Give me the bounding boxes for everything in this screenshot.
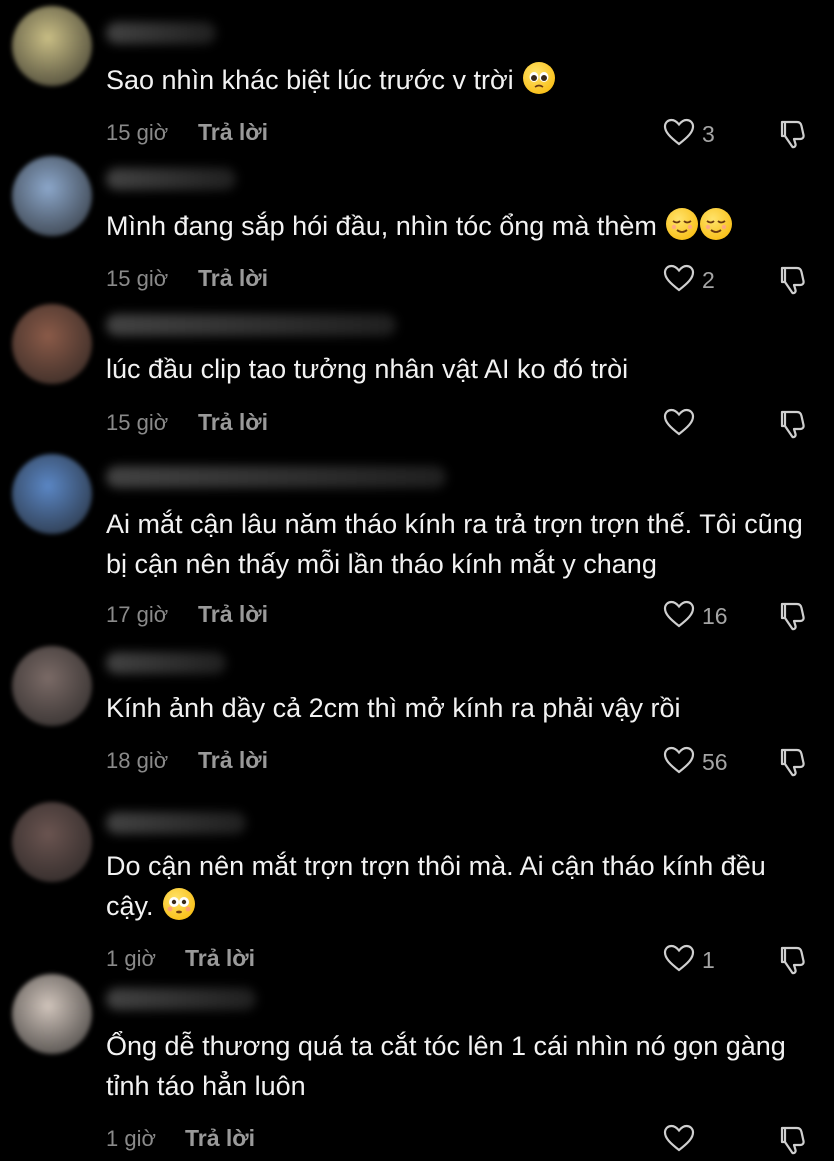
like-button[interactable] <box>662 1122 702 1158</box>
thumbs-down-icon <box>776 1126 810 1160</box>
thumbs-down-icon <box>776 266 810 300</box>
avatar[interactable] <box>12 974 92 1054</box>
comment-text: Ai mắt cận lâu năm tháo kính ra trả trợn… <box>106 509 811 579</box>
comment-meta: 1 giờ Trả lời 1 <box>0 942 834 978</box>
heart-icon <box>662 599 696 634</box>
like-button[interactable]: 16 <box>662 598 728 634</box>
dislike-button[interactable] <box>776 406 812 442</box>
comment-meta: 1 giờ Trả lời <box>0 1122 834 1158</box>
comment-text: lúc đầu clip tao tưởng nhân vật AI ko đó… <box>106 354 629 384</box>
avatar[interactable] <box>12 6 92 86</box>
comment-time: 15 giờ <box>106 410 169 435</box>
comment-text: Ổng dễ thương quá ta cắt tóc lên 1 cái n… <box>106 1031 794 1101</box>
reply-button[interactable]: Trả lời <box>198 747 268 774</box>
reply-button[interactable]: Trả lời <box>198 601 268 628</box>
pleading-face-icon <box>523 62 556 94</box>
relieved-face-icon <box>666 208 699 240</box>
avatar[interactable] <box>12 802 92 882</box>
comment-meta: 15 giờ Trả lời 3 <box>0 116 834 152</box>
like-button[interactable]: 56 <box>662 744 728 780</box>
username[interactable] <box>106 652 226 674</box>
like-button[interactable]: 3 <box>662 116 715 152</box>
comment-text: Sao nhìn khác biệt lúc trước v trời <box>106 60 818 100</box>
like-count: 1 <box>702 946 715 973</box>
comment-time: 1 giờ <box>106 946 156 971</box>
thumbs-down-icon <box>776 602 810 636</box>
thumbs-down-icon <box>776 748 810 782</box>
comment-time: 18 giờ <box>106 748 169 773</box>
comment-meta: 15 giờ Trả lời 2 <box>0 262 834 298</box>
comment-time: 17 giờ <box>106 602 169 627</box>
comment-time: 15 giờ <box>106 266 169 291</box>
dislike-button[interactable] <box>776 942 812 978</box>
dislike-button[interactable] <box>776 1122 812 1158</box>
thumbs-down-icon <box>776 410 810 444</box>
username[interactable] <box>106 988 256 1010</box>
reply-button[interactable]: Trả lời <box>185 945 255 972</box>
username[interactable] <box>106 466 446 488</box>
flushed-face-icon <box>163 888 196 920</box>
avatar[interactable] <box>12 646 92 726</box>
heart-icon <box>662 263 696 298</box>
avatar[interactable] <box>12 304 92 384</box>
heart-icon <box>662 117 696 152</box>
thumbs-down-icon <box>776 120 810 154</box>
avatar[interactable] <box>12 156 92 236</box>
heart-icon <box>662 943 696 978</box>
comment-time: 1 giờ <box>106 1126 156 1151</box>
comment-meta: 17 giờ Trả lời 16 <box>0 598 834 634</box>
thumbs-down-icon <box>776 946 810 980</box>
reply-button[interactable]: Trả lời <box>198 119 268 146</box>
comment-meta: 18 giờ Trả lời 56 <box>0 744 834 780</box>
dislike-button[interactable] <box>776 744 812 780</box>
username[interactable] <box>106 22 216 44</box>
reply-button[interactable]: Trả lời <box>198 265 268 292</box>
heart-icon <box>662 745 696 780</box>
relieved-face-icon <box>700 208 733 240</box>
avatar[interactable] <box>12 454 92 534</box>
comment-time: 15 giờ <box>106 120 169 145</box>
heart-icon <box>662 407 696 442</box>
like-button[interactable]: 2 <box>662 262 715 298</box>
like-count: 2 <box>702 266 715 293</box>
like-button[interactable] <box>662 406 702 442</box>
like-count: 3 <box>702 120 715 147</box>
reply-button[interactable]: Trả lời <box>198 409 268 436</box>
username[interactable] <box>106 812 246 834</box>
comment-text: Mình đang sắp hói đầu, nhìn tóc ổng mà t… <box>106 206 818 246</box>
comment-text: Kính ảnh dầy cả 2cm thì mở kính ra phải … <box>106 693 681 723</box>
dislike-button[interactable] <box>776 598 812 634</box>
comment-text: Do cận nên mắt trợn trợn thôi mà. Ai cận… <box>106 851 774 921</box>
like-count: 16 <box>702 602 728 629</box>
like-count: 56 <box>702 748 728 775</box>
dislike-button[interactable] <box>776 116 812 152</box>
reply-button[interactable]: Trả lời <box>185 1125 255 1152</box>
heart-icon <box>662 1123 696 1158</box>
dislike-button[interactable] <box>776 262 812 298</box>
username[interactable] <box>106 314 396 336</box>
like-button[interactable]: 1 <box>662 942 715 978</box>
username[interactable] <box>106 168 236 190</box>
comment-meta: 15 giờ Trả lời <box>0 406 834 442</box>
